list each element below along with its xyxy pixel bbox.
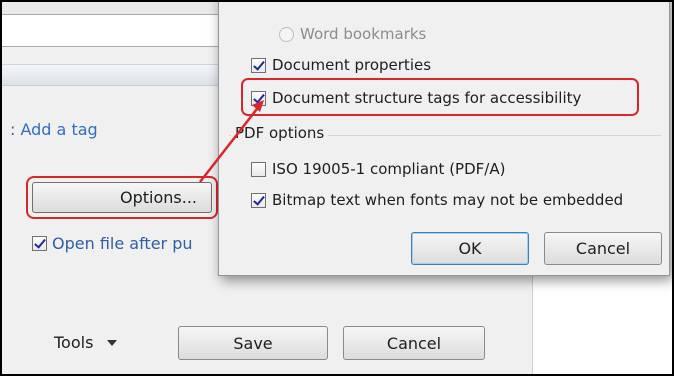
word-bookmarks-row: Word bookmarks: [279, 25, 426, 43]
document-properties-label: Document properties: [272, 56, 432, 74]
pdf-options-group-label: PDF options: [231, 124, 329, 142]
tags-prefix: :: [10, 120, 16, 139]
word-bookmarks-radio: [279, 26, 294, 42]
open-file-label: Open file after pu: [52, 234, 193, 253]
bitmap-text-row[interactable]: Bitmap text when fonts may not be embedd…: [251, 191, 623, 209]
iso-pdfa-checkbox[interactable]: [251, 161, 266, 177]
tools-label: Tools: [54, 333, 94, 352]
document-properties-checkbox[interactable]: [251, 57, 266, 73]
word-bookmarks-label: Word bookmarks: [300, 25, 427, 43]
options-callout-highlight: [26, 176, 218, 219]
tags-row: : Add a tag: [10, 120, 98, 139]
open-file-after-publish-row[interactable]: Open file after pu: [32, 234, 193, 253]
chevron-down-icon: [107, 339, 118, 346]
options-cancel-button[interactable]: Cancel: [544, 232, 662, 265]
structure-tags-callout-highlight: [241, 78, 639, 116]
ok-button[interactable]: OK: [411, 232, 529, 265]
tools-dropdown[interactable]: Tools: [54, 333, 118, 352]
document-properties-row[interactable]: Document properties: [251, 56, 431, 74]
cancel-button[interactable]: Cancel: [343, 326, 485, 360]
open-file-checkbox[interactable]: [32, 236, 47, 251]
screenshot-frame: : Add a tag Options... Open file after p…: [0, 0, 674, 376]
bitmap-text-label: Bitmap text when fonts may not be embedd…: [272, 191, 624, 209]
options-dialog: Word bookmarks Document properties Docum…: [218, 2, 670, 276]
background-document-area: [532, 276, 672, 374]
add-tag-link[interactable]: Add a tag: [20, 120, 97, 139]
save-button[interactable]: Save: [178, 326, 328, 360]
bitmap-text-checkbox[interactable]: [251, 192, 266, 208]
iso-pdfa-label: ISO 19005-1 compliant (PDF/A): [272, 160, 506, 178]
iso-pdfa-row[interactable]: ISO 19005-1 compliant (PDF/A): [251, 160, 505, 178]
